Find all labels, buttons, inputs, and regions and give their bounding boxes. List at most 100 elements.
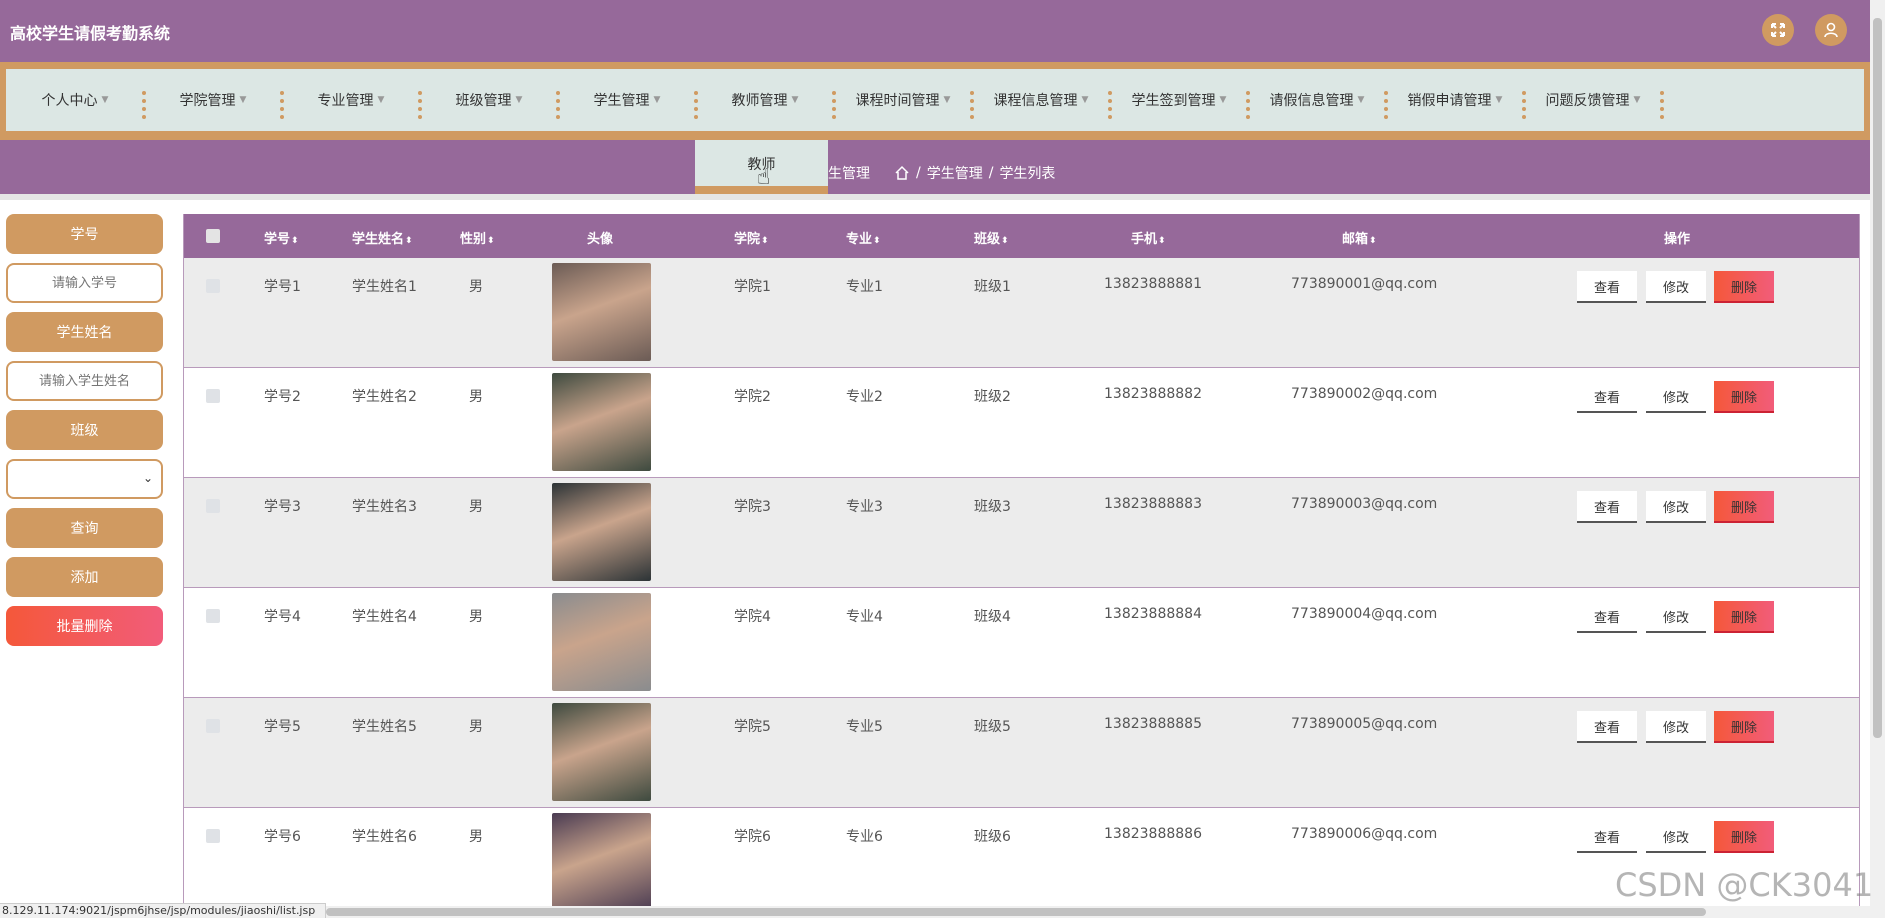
select-all-checkbox[interactable] [206, 229, 220, 243]
batch-delete-button[interactable]: 批量删除 [6, 606, 163, 646]
nav-item[interactable]: 问题反馈管理 ▼ [1524, 69, 1664, 131]
cell-phone: 13823888884 [1104, 606, 1202, 622]
fullscreen-button[interactable] [1762, 14, 1794, 46]
vertical-scrollbar[interactable] [1870, 0, 1885, 918]
main-nav: 个人中心 ▼ 学院管理 ▼ 专业管理 ▼ 班级管理 ▼ 学生管理 ▼ 教师管理 ▼ 课程时间管理 ▼ 课程信… [0, 62, 1870, 140]
user-button[interactable] [1815, 14, 1847, 46]
nav-item[interactable]: 销假申请管理 ▼ [1386, 69, 1526, 131]
column-header-college[interactable]: 学院⬍ [734, 228, 769, 247]
caret-down-icon: ▼ [1357, 95, 1365, 105]
cell-college: 学院1 [734, 279, 771, 295]
watermark: CSDN @CK3041 [1615, 866, 1874, 904]
edit-button[interactable]: 修改 [1646, 821, 1706, 853]
cell-id: 学号6 [264, 829, 301, 845]
column-header-phone[interactable]: 手机⬍ [1131, 228, 1166, 247]
cell-college: 学院4 [734, 609, 771, 625]
caret-down-icon: ▼ [791, 95, 799, 105]
nav-item-label: 课程信息管理 [993, 93, 1078, 109]
cell-id: 学号5 [264, 719, 301, 735]
caret-down-icon: ▼ [943, 95, 951, 105]
cell-major: 专业4 [846, 609, 883, 625]
breadcrumb-item-student-mgmt[interactable]: 学生管理 [927, 163, 983, 183]
column-header-email[interactable]: 邮箱⬍ [1342, 228, 1377, 247]
delete-button[interactable]: 删除 [1714, 271, 1774, 303]
cell-major: 专业6 [846, 829, 883, 845]
cell-name: 学生姓名5 [352, 719, 417, 735]
nav-item[interactable]: 请假信息管理 ▼ [1248, 69, 1388, 131]
caret-down-icon: ▼ [1633, 95, 1641, 105]
nav-item[interactable]: 班级管理 ▼ [420, 69, 560, 131]
column-header-class[interactable]: 班级⬍ [974, 228, 1009, 247]
cell-college: 学院3 [734, 499, 771, 515]
edit-button[interactable]: 修改 [1646, 271, 1706, 303]
delete-button[interactable]: 删除 [1714, 381, 1774, 413]
breadcrumb-separator: / [988, 165, 994, 181]
view-button[interactable]: 查看 [1577, 491, 1637, 523]
view-button[interactable]: 查看 [1577, 381, 1637, 413]
cell-college: 学院2 [734, 389, 771, 405]
caret-down-icon: ▼ [653, 95, 661, 105]
avatar [552, 703, 651, 801]
nav-item-label: 课程时间管理 [855, 93, 940, 109]
nav-item-label: 教师管理 [731, 93, 788, 109]
delete-button[interactable]: 删除 [1714, 601, 1774, 633]
cell-gender: 男 [469, 499, 483, 515]
cell-phone: 13823888886 [1104, 826, 1202, 842]
nav-item[interactable]: 学生签到管理 ▼ [1110, 69, 1250, 131]
view-button[interactable]: 查看 [1577, 821, 1637, 853]
cell-name: 学生姓名4 [352, 609, 417, 625]
view-button[interactable]: 查看 [1577, 711, 1637, 743]
cell-email: 773890001@qq.com [1291, 276, 1438, 292]
view-button[interactable]: 查看 [1577, 271, 1637, 303]
nav-item[interactable]: 课程信息管理 ▼ [972, 69, 1112, 131]
app-title: 高校学生请假考勤系统 [10, 24, 171, 43]
column-header-avatar: 头像 [587, 232, 614, 247]
table-row: 学号4 学生姓名4 男 学院4 专业4 班级4 13823888884 773890004@q… [184, 588, 1859, 698]
column-header-gender[interactable]: 性别⬍ [460, 228, 495, 247]
row-checkbox[interactable] [206, 609, 220, 623]
column-header-name[interactable]: 学生姓名⬍ [352, 228, 413, 247]
scroll-thumb[interactable] [326, 908, 1706, 916]
horizontal-scrollbar[interactable] [326, 906, 1870, 918]
nav-item[interactable]: 学院管理 ▼ [144, 69, 284, 131]
caret-down-icon: ▼ [1219, 95, 1227, 105]
class-select[interactable]: ⌄ [6, 459, 163, 499]
nav-item[interactable]: 教师管理 ▼ [696, 69, 836, 131]
edit-button[interactable]: 修改 [1646, 381, 1706, 413]
nav-item[interactable]: 课程时间管理 ▼ [834, 69, 974, 131]
cell-email: 773890003@qq.com [1291, 496, 1438, 512]
row-checkbox[interactable] [206, 279, 220, 293]
edit-button[interactable]: 修改 [1646, 491, 1706, 523]
scroll-thumb[interactable] [1873, 18, 1882, 738]
student-id-input[interactable] [6, 263, 163, 303]
add-button[interactable]: 添加 [6, 557, 163, 597]
row-checkbox[interactable] [206, 499, 220, 513]
nav-item[interactable]: 学生管理 ▼ [558, 69, 698, 131]
nav-item-label: 个人中心 [41, 93, 98, 109]
row-checkbox[interactable] [206, 829, 220, 843]
nav-item-label: 学生签到管理 [1131, 93, 1216, 109]
home-icon[interactable] [894, 165, 910, 181]
cell-id: 学号1 [264, 279, 301, 295]
nav-separator [1660, 91, 1664, 119]
delete-button[interactable]: 删除 [1714, 491, 1774, 523]
column-header-id[interactable]: 学号⬍ [264, 228, 299, 247]
nav-item-label: 专业管理 [317, 93, 374, 109]
delete-button[interactable]: 删除 [1714, 711, 1774, 743]
nav-item[interactable]: 个人中心 ▼ [6, 69, 146, 131]
cell-id: 学号2 [264, 389, 301, 405]
row-checkbox[interactable] [206, 389, 220, 403]
edit-button[interactable]: 修改 [1646, 601, 1706, 633]
nav-item-label: 学生管理 [593, 93, 650, 109]
column-header-major[interactable]: 专业⬍ [846, 228, 881, 247]
student-name-input[interactable] [6, 361, 163, 401]
student-name-label: 学生姓名 [6, 312, 163, 352]
nav-item[interactable]: 专业管理 ▼ [282, 69, 422, 131]
fullscreen-icon [1771, 23, 1785, 37]
delete-button[interactable]: 删除 [1714, 821, 1774, 853]
query-button[interactable]: 查询 [6, 508, 163, 548]
nav-menu: 个人中心 ▼ 学院管理 ▼ 专业管理 ▼ 班级管理 ▼ 学生管理 ▼ 教师管理 ▼ 课程时间管理 ▼ 课程信… [6, 69, 1864, 131]
edit-button[interactable]: 修改 [1646, 711, 1706, 743]
row-checkbox[interactable] [206, 719, 220, 733]
view-button[interactable]: 查看 [1577, 601, 1637, 633]
